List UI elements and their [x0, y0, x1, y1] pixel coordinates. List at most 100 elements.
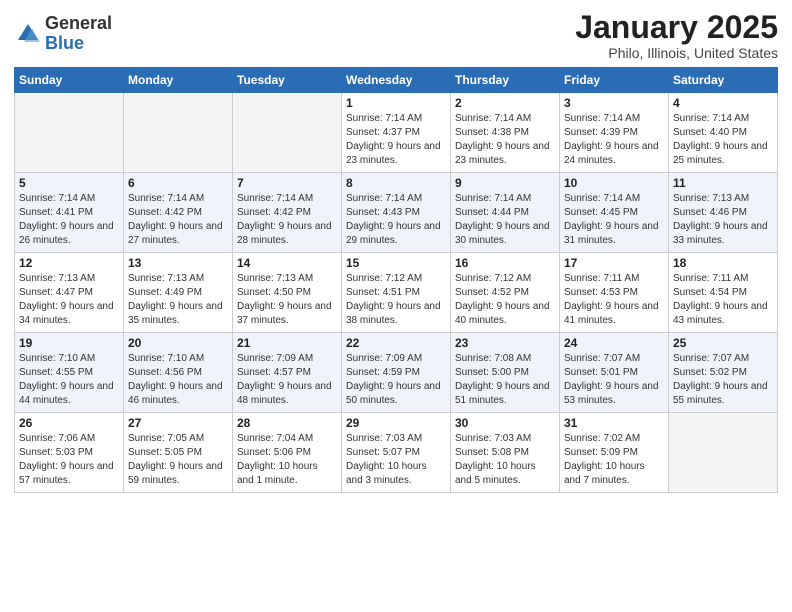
day-number: 17 [564, 256, 664, 270]
calendar-week-row: 1Sunrise: 7:14 AM Sunset: 4:37 PM Daylig… [15, 93, 778, 173]
title-block: January 2025 Philo, Illinois, United Sta… [575, 10, 778, 61]
day-info: Sunrise: 7:13 AM Sunset: 4:46 PM Dayligh… [673, 192, 773, 248]
calendar-week-row: 19Sunrise: 7:10 AM Sunset: 4:55 PM Dayli… [15, 333, 778, 413]
day-number: 26 [19, 416, 119, 430]
table-row: 13 Sunrise: 7:13 AM Sunset: 4:49 PM Dayli… [124, 253, 233, 333]
day-number: 24 [564, 336, 664, 350]
day-info: Sunrise: 7:10 AM Sunset: 4:55 PM Dayligh… [19, 352, 119, 408]
day-number: 9 [455, 176, 555, 190]
table-row: 18Sunrise: 7:11 AM Sunset: 4:54 PM Dayli… [669, 253, 778, 333]
day-info: Sunrise: 7:14 AM Sunset: 4:42 PM Dayligh… [237, 192, 337, 248]
header-thursday: Thursday [451, 68, 560, 93]
table-row: 21 Sunrise: 7:09 AM Sunset: 4:57 PM Dayli… [233, 333, 342, 413]
table-row: 29 Sunrise: 7:03 AM Sunset: 5:07 PM Dayli… [342, 413, 451, 493]
table-row: 12 Sunrise: 7:13 AM Sunset: 4:47 PM Dayli… [15, 253, 124, 333]
day-info: Sunrise: 7:03 AM Sunset: 5:08 PM Dayligh… [455, 432, 555, 488]
day-info: Sunrise: 7:10 AM Sunset: 4:56 PM Dayligh… [128, 352, 228, 408]
day-info: Sunrise: 7:14 AM Sunset: 4:39 PM Dayligh… [564, 112, 664, 168]
calendar-week-row: 5 Sunrise: 7:14 AM Sunset: 4:41 PM Daylig… [15, 173, 778, 253]
day-info: Sunrise: 7:02 AM Sunset: 5:09 PM Dayligh… [564, 432, 664, 488]
table-row: 8Sunrise: 7:14 AM Sunset: 4:43 PM Daylig… [342, 173, 451, 253]
day-info: Sunrise: 7:14 AM Sunset: 4:43 PM Dayligh… [346, 192, 446, 248]
calendar-table: Sunday Monday Tuesday Wednesday Thursday… [14, 67, 778, 493]
day-number: 13 [128, 256, 228, 270]
day-number: 11 [673, 176, 773, 190]
table-row: 20 Sunrise: 7:10 AM Sunset: 4:56 PM Dayli… [124, 333, 233, 413]
table-row: 30 Sunrise: 7:03 AM Sunset: 5:08 PM Dayli… [451, 413, 560, 493]
table-row: 9 Sunrise: 7:14 AM Sunset: 4:44 PM Daylig… [451, 173, 560, 253]
header-wednesday: Wednesday [342, 68, 451, 93]
day-info: Sunrise: 7:04 AM Sunset: 5:06 PM Dayligh… [237, 432, 337, 488]
table-row: 19Sunrise: 7:10 AM Sunset: 4:55 PM Dayli… [15, 333, 124, 413]
day-number: 31 [564, 416, 664, 430]
calendar-week-row: 26 Sunrise: 7:06 AM Sunset: 5:03 PM Dayli… [15, 413, 778, 493]
day-number: 14 [237, 256, 337, 270]
table-row: 23 Sunrise: 7:08 AM Sunset: 5:00 PM Dayli… [451, 333, 560, 413]
logo-icon [14, 20, 42, 48]
table-row: 31 Sunrise: 7:02 AM Sunset: 5:09 PM Dayli… [560, 413, 669, 493]
table-row: 7 Sunrise: 7:14 AM Sunset: 4:42 PM Daylig… [233, 173, 342, 253]
day-info: Sunrise: 7:09 AM Sunset: 4:59 PM Dayligh… [346, 352, 446, 408]
day-number: 1 [346, 96, 446, 110]
calendar-subtitle: Philo, Illinois, United States [575, 45, 778, 61]
day-info: Sunrise: 7:09 AM Sunset: 4:57 PM Dayligh… [237, 352, 337, 408]
header-tuesday: Tuesday [233, 68, 342, 93]
day-number: 12 [19, 256, 119, 270]
table-row [124, 93, 233, 173]
table-row: 15 Sunrise: 7:12 AM Sunset: 4:51 PM Dayli… [342, 253, 451, 333]
table-row: 14 Sunrise: 7:13 AM Sunset: 4:50 PM Dayli… [233, 253, 342, 333]
day-number: 3 [564, 96, 664, 110]
day-info: Sunrise: 7:11 AM Sunset: 4:54 PM Dayligh… [673, 272, 773, 328]
day-info: Sunrise: 7:11 AM Sunset: 4:53 PM Dayligh… [564, 272, 664, 328]
table-row: 4 Sunrise: 7:14 AM Sunset: 4:40 PM Daylig… [669, 93, 778, 173]
logo: General Blue [14, 14, 112, 54]
day-info: Sunrise: 7:08 AM Sunset: 5:00 PM Dayligh… [455, 352, 555, 408]
day-number: 10 [564, 176, 664, 190]
day-number: 22 [346, 336, 446, 350]
day-info: Sunrise: 7:03 AM Sunset: 5:07 PM Dayligh… [346, 432, 446, 488]
day-number: 23 [455, 336, 555, 350]
header-friday: Friday [560, 68, 669, 93]
header-sunday: Sunday [15, 68, 124, 93]
day-number: 29 [346, 416, 446, 430]
day-number: 2 [455, 96, 555, 110]
day-info: Sunrise: 7:14 AM Sunset: 4:42 PM Dayligh… [128, 192, 228, 248]
table-row: 3 Sunrise: 7:14 AM Sunset: 4:39 PM Daylig… [560, 93, 669, 173]
day-info: Sunrise: 7:13 AM Sunset: 4:47 PM Dayligh… [19, 272, 119, 328]
table-row [233, 93, 342, 173]
day-number: 16 [455, 256, 555, 270]
day-info: Sunrise: 7:12 AM Sunset: 4:51 PM Dayligh… [346, 272, 446, 328]
day-info: Sunrise: 7:07 AM Sunset: 5:01 PM Dayligh… [564, 352, 664, 408]
day-info: Sunrise: 7:14 AM Sunset: 4:38 PM Dayligh… [455, 112, 555, 168]
table-row: 22 Sunrise: 7:09 AM Sunset: 4:59 PM Dayli… [342, 333, 451, 413]
header-saturday: Saturday [669, 68, 778, 93]
logo-text: General Blue [45, 14, 112, 54]
day-number: 28 [237, 416, 337, 430]
day-number: 4 [673, 96, 773, 110]
day-number: 30 [455, 416, 555, 430]
calendar-week-row: 12 Sunrise: 7:13 AM Sunset: 4:47 PM Dayli… [15, 253, 778, 333]
day-info: Sunrise: 7:12 AM Sunset: 4:52 PM Dayligh… [455, 272, 555, 328]
table-row: 16 Sunrise: 7:12 AM Sunset: 4:52 PM Dayli… [451, 253, 560, 333]
table-row: 27Sunrise: 7:05 AM Sunset: 5:05 PM Dayli… [124, 413, 233, 493]
day-info: Sunrise: 7:06 AM Sunset: 5:03 PM Dayligh… [19, 432, 119, 488]
table-row [669, 413, 778, 493]
header-monday: Monday [124, 68, 233, 93]
table-row [15, 93, 124, 173]
day-info: Sunrise: 7:13 AM Sunset: 4:50 PM Dayligh… [237, 272, 337, 328]
day-number: 21 [237, 336, 337, 350]
day-info: Sunrise: 7:07 AM Sunset: 5:02 PM Dayligh… [673, 352, 773, 408]
day-number: 20 [128, 336, 228, 350]
table-row: 25Sunrise: 7:07 AM Sunset: 5:02 PM Dayli… [669, 333, 778, 413]
day-info: Sunrise: 7:14 AM Sunset: 4:41 PM Dayligh… [19, 192, 119, 248]
calendar-title: January 2025 [575, 10, 778, 45]
day-number: 5 [19, 176, 119, 190]
day-number: 15 [346, 256, 446, 270]
day-info: Sunrise: 7:14 AM Sunset: 4:44 PM Dayligh… [455, 192, 555, 248]
table-row: 6Sunrise: 7:14 AM Sunset: 4:42 PM Daylig… [124, 173, 233, 253]
day-info: Sunrise: 7:14 AM Sunset: 4:40 PM Dayligh… [673, 112, 773, 168]
day-info: Sunrise: 7:13 AM Sunset: 4:49 PM Dayligh… [128, 272, 228, 328]
day-number: 7 [237, 176, 337, 190]
table-row: 28 Sunrise: 7:04 AM Sunset: 5:06 PM Dayli… [233, 413, 342, 493]
table-row: 5 Sunrise: 7:14 AM Sunset: 4:41 PM Daylig… [15, 173, 124, 253]
